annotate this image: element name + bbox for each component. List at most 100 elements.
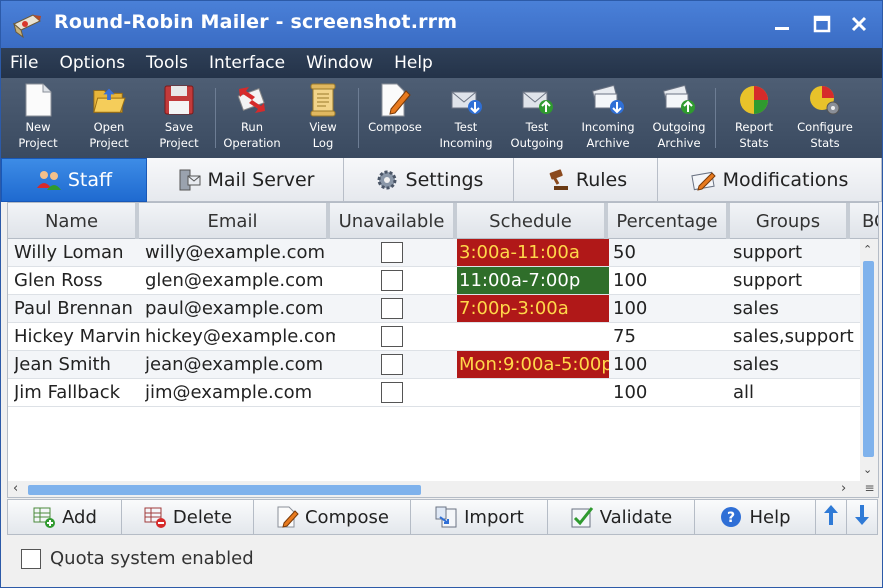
- table-row[interactable]: Jean Smith jean@example.com Mon:9:00a-5:…: [8, 351, 860, 379]
- cell-email: hickey@example.com: [145, 326, 335, 347]
- unavailable-checkbox[interactable]: [381, 242, 403, 263]
- quota-option: Quota system enabled: [21, 548, 254, 569]
- compose-button-label: Compose: [304, 506, 389, 528]
- floppy-disk-icon: [162, 83, 196, 117]
- cell-email: paul@example.com: [145, 298, 324, 319]
- new-project-button[interactable]: New Project: [1, 78, 75, 158]
- menu-help[interactable]: Help: [393, 51, 434, 75]
- run-operation-button[interactable]: Run Operation: [216, 78, 288, 158]
- menu-options[interactable]: Options: [58, 51, 126, 75]
- unavailable-checkbox[interactable]: [381, 270, 403, 291]
- cell-name: Paul Brennan: [14, 298, 133, 319]
- tab-rules[interactable]: Rules: [514, 158, 658, 202]
- compose-button[interactable]: Compose: [253, 499, 411, 535]
- cell-percentage: 50: [613, 242, 636, 263]
- table-row[interactable]: Paul Brennan paul@example.com 7:00p-3:00…: [8, 295, 860, 323]
- cell-email: glen@example.com: [145, 270, 324, 291]
- open-folder-icon: [92, 83, 126, 117]
- cell-groups: support: [733, 242, 803, 263]
- column-header-groups[interactable]: Groups: [730, 203, 850, 239]
- menu-file[interactable]: File: [9, 51, 39, 75]
- cell-schedule: Mon:9:00a-5:00p: [457, 351, 609, 378]
- tab-mail-server-label: Mail Server: [207, 168, 315, 191]
- minimize-button[interactable]: [769, 11, 795, 37]
- new-document-icon: [21, 83, 55, 117]
- tab-settings[interactable]: Settings: [344, 158, 514, 202]
- add-button-label: Add: [62, 506, 97, 528]
- view-log-label: View Log: [309, 120, 337, 150]
- cell-email: willy@example.com: [145, 242, 326, 263]
- table-row[interactable]: Glen Ross glen@example.com 11:00a-7:00p …: [8, 267, 860, 295]
- cell-schedule: 7:00p-3:00a: [457, 295, 609, 322]
- outgoing-archive-button[interactable]: Outgoing Archive: [643, 78, 715, 158]
- move-down-button[interactable]: [846, 499, 878, 535]
- scroll-left-icon[interactable]: ‹: [13, 481, 18, 496]
- unavailable-checkbox[interactable]: [381, 298, 403, 319]
- cell-groups: support: [733, 270, 803, 291]
- unavailable-checkbox[interactable]: [381, 382, 403, 403]
- tab-modifications[interactable]: Modifications: [658, 158, 882, 202]
- column-header-name[interactable]: Name: [8, 203, 139, 239]
- tab-modifications-label: Modifications: [722, 168, 849, 191]
- open-project-button[interactable]: Open Project: [75, 78, 143, 158]
- add-button[interactable]: Add: [7, 499, 122, 535]
- cell-groups: sales: [733, 298, 779, 319]
- delete-button[interactable]: Delete: [121, 499, 254, 535]
- action-button-bar: Add Delete Compose Import Validate ? Hel…: [7, 499, 879, 535]
- compose-pencil-icon: [275, 505, 299, 529]
- table-body: Willy Loman willy@example.com 3:00a-11:0…: [8, 239, 860, 407]
- tab-staff-label: Staff: [67, 169, 113, 191]
- configure-stats-button[interactable]: Configure Stats: [792, 78, 858, 158]
- column-header-email[interactable]: Email: [139, 203, 330, 239]
- test-incoming-button[interactable]: Test Incoming: [431, 78, 501, 158]
- scroll-down-icon[interactable]: ⌄: [863, 463, 872, 476]
- column-header-extra[interactable]: BC: [850, 203, 878, 239]
- close-button[interactable]: [846, 11, 872, 37]
- cell-name: Jim Fallback: [14, 382, 121, 403]
- cell-schedule: 3:00a-11:00a: [457, 239, 609, 266]
- move-up-button[interactable]: [815, 499, 847, 535]
- vertical-scrollbar[interactable]: ⌃ ⌄: [860, 239, 878, 481]
- table-row[interactable]: Willy Loman willy@example.com 3:00a-11:0…: [8, 239, 860, 267]
- menu-tools[interactable]: Tools: [145, 51, 189, 75]
- table-row[interactable]: Hickey Marvin hickey@example.com 75 sale…: [8, 323, 860, 351]
- toolbar: New Project Open Project Save Project Ru…: [1, 78, 882, 158]
- vertical-scroll-thumb[interactable]: [863, 261, 874, 457]
- scroll-up-icon[interactable]: ⌃: [863, 243, 872, 256]
- scroll-right-icon[interactable]: ›: [841, 481, 846, 496]
- import-button[interactable]: Import: [410, 499, 548, 535]
- horizontal-scrollbar[interactable]: ‹ ›: [8, 481, 860, 497]
- menu-window[interactable]: Window: [305, 51, 374, 75]
- column-header-unavailable[interactable]: Unavailable: [330, 203, 457, 239]
- cell-groups: sales: [733, 354, 779, 375]
- tab-staff[interactable]: Staff: [1, 158, 147, 202]
- cell-email: jim@example.com: [145, 382, 313, 403]
- unavailable-checkbox[interactable]: [381, 354, 403, 375]
- gavel-icon: [544, 168, 570, 192]
- validate-button[interactable]: Validate: [547, 499, 695, 535]
- incoming-archive-button[interactable]: Incoming Archive: [573, 78, 643, 158]
- menu-bar: File Options Tools Interface Window Help: [1, 48, 882, 78]
- save-project-button[interactable]: Save Project: [143, 78, 215, 158]
- cell-name: Hickey Marvin: [14, 326, 141, 347]
- quota-checkbox[interactable]: [21, 548, 41, 569]
- column-header-percentage[interactable]: Percentage: [608, 203, 730, 239]
- svg-text:?: ?: [727, 510, 735, 526]
- cell-schedule: 11:00a-7:00p: [457, 267, 609, 294]
- delete-row-icon: [143, 505, 167, 529]
- compose-toolbar-button[interactable]: Compose: [359, 78, 431, 158]
- horizontal-scroll-thumb[interactable]: [28, 485, 421, 495]
- unavailable-checkbox[interactable]: [381, 326, 403, 347]
- maximize-button[interactable]: [809, 11, 835, 37]
- menu-interface[interactable]: Interface: [208, 51, 286, 75]
- tab-mail-server[interactable]: Mail Server: [147, 158, 344, 202]
- cell-percentage: 75: [613, 326, 636, 347]
- help-button[interactable]: ? Help: [694, 499, 816, 535]
- column-header-schedule[interactable]: Schedule: [457, 203, 608, 239]
- view-log-button[interactable]: View Log: [288, 78, 358, 158]
- report-stats-button[interactable]: Report Stats: [716, 78, 792, 158]
- table-row[interactable]: Jim Fallback jim@example.com 100 all: [8, 379, 860, 407]
- run-operation-label: Run Operation: [223, 120, 281, 150]
- test-outgoing-button[interactable]: Test Outgoing: [501, 78, 573, 158]
- cell-percentage: 100: [613, 270, 648, 291]
